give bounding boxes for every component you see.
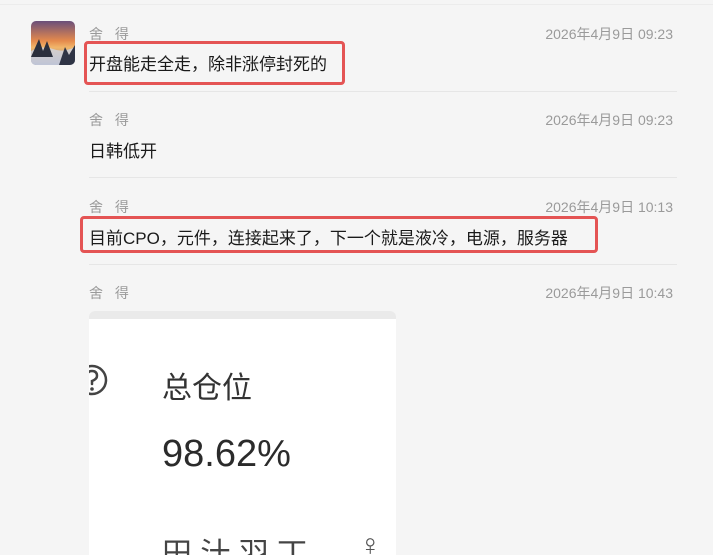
message-divider: [89, 177, 677, 178]
message-time: 2026年4月9日 09:23: [545, 112, 673, 128]
image-message[interactable]: 总仓位 98.62% 田 汁 羽 丁 ♀: [89, 311, 396, 555]
message-time: 2026年4月9日 09:23: [545, 26, 673, 42]
highlight-box: [80, 216, 598, 253]
message-time: 2026年4月9日 10:13: [545, 199, 673, 215]
total-position-value: 98.62%: [162, 433, 291, 475]
cropped-icon: ♀: [359, 529, 382, 555]
help-icon: [89, 364, 108, 396]
message-divider: [89, 264, 677, 265]
message-text[interactable]: 日韩低开: [89, 137, 157, 162]
message-4: 舍 得 2026年4月9日 10:43: [89, 283, 677, 307]
message-time: 2026年4月9日 10:43: [545, 285, 673, 301]
chat-window: 舍 得 2026年4月9日 09:23 开盘能走全走，除非涨停封死的 舍 得 2…: [0, 0, 713, 555]
message-divider: [89, 91, 677, 92]
card-top-strip: [89, 311, 396, 319]
highlight-box: [84, 41, 345, 85]
top-divider: [0, 4, 713, 5]
sender-name: 舍 得: [89, 112, 133, 128]
cropped-text: 田 汁 羽 丁: [162, 538, 308, 555]
sender-name: 舍 得: [89, 199, 133, 215]
sender-name: 舍 得: [89, 285, 133, 301]
avatar[interactable]: [31, 21, 75, 65]
total-position-label: 总仓位: [162, 372, 252, 405]
message-2: 舍 得 2026年4月9日 09:23 日韩低开: [89, 110, 677, 161]
